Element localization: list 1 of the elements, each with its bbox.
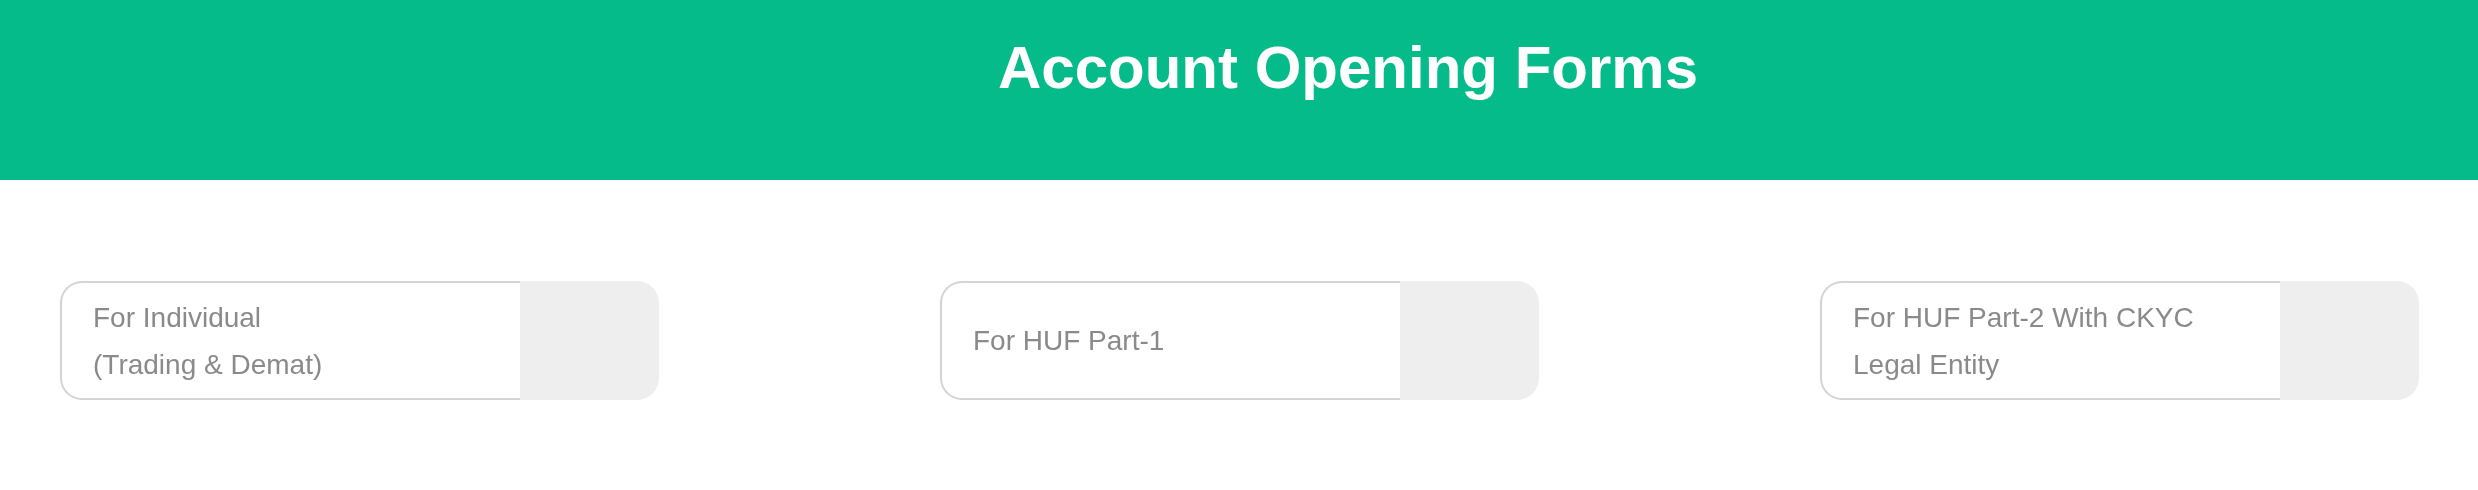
- page-title: Account Opening Forms: [998, 38, 1698, 98]
